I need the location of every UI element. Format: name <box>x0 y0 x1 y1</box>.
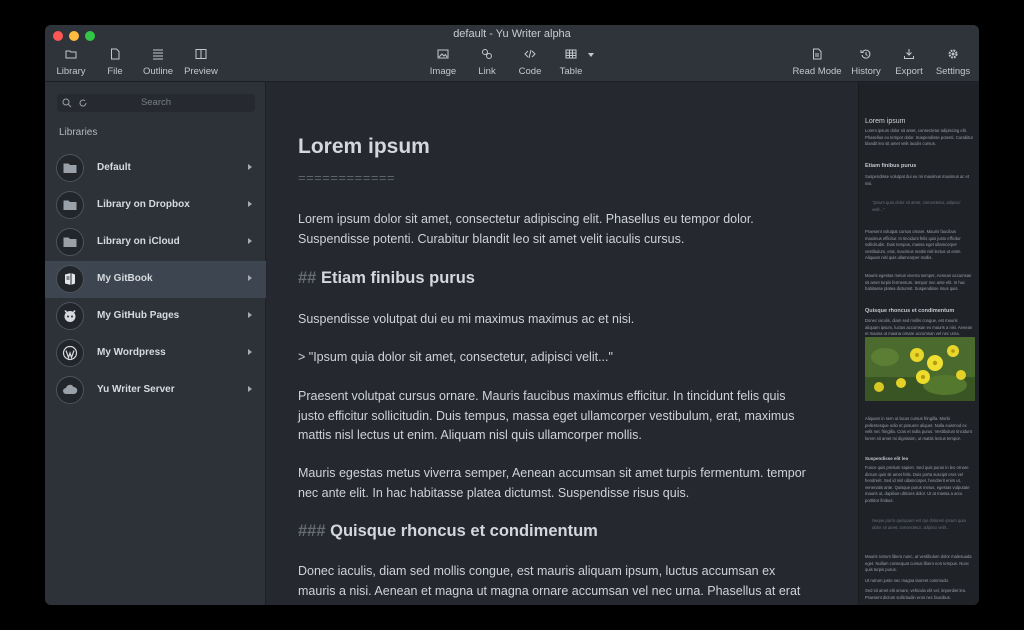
download-icon <box>904 49 914 59</box>
code-icon <box>524 49 536 59</box>
library-sidebar: Search Libraries Default Library on Drop… <box>45 82 266 605</box>
table-dropdown-chevron-down-icon[interactable] <box>588 53 594 57</box>
preview-pane[interactable]: Lorem ipsum Lorem ipsum dolor sit amet, … <box>858 82 979 605</box>
preview-blockquote: Neque porro quisquam est qui dolorem ips… <box>872 518 966 530</box>
folder-icon <box>63 200 77 210</box>
blockquote: > "Ipsum quia dolor sit amet, consectetu… <box>298 350 613 364</box>
heading-1: Lorem ipsum <box>298 135 430 158</box>
chevron-right-icon <box>248 386 252 392</box>
preview-icon <box>195 49 207 59</box>
preview-paragraph: Ut rutrum justo nec magna laoreet commod… <box>865 578 950 583</box>
heading-3: ### Quisque rhoncus et condimentum <box>298 522 598 540</box>
heading-marker: ### <box>298 522 326 540</box>
heading-2: ## Etiam finibus purus <box>298 269 475 287</box>
search-input[interactable]: Search <box>57 94 255 112</box>
paragraph: Mauris egestas metus viverra semper, Aen… <box>298 466 806 500</box>
preview-heading-4: Suspendisse elit leo <box>865 456 909 461</box>
preview-button[interactable]: Preview <box>173 47 229 79</box>
paragraph: Donec iaculis, diam sed mollis congue, e… <box>298 564 801 598</box>
preview-heading-1: Lorem ipsum <box>865 118 906 125</box>
app-window: default - Yu Writer alpha Library File O… <box>45 25 979 605</box>
library-item-yu-writer-server[interactable]: Yu Writer Server <box>45 372 266 409</box>
flower-photo-image <box>865 337 975 401</box>
preview-paragraph: Mauris rutrum libero nunc, at vestibulum… <box>865 554 972 572</box>
image-icon <box>437 49 449 59</box>
settings-button[interactable]: Settings <box>925 47 979 79</box>
preview-paragraph: Praesent volutpat cursus ornare. Mauris … <box>865 229 962 260</box>
github-icon <box>64 310 76 322</box>
chevron-right-icon <box>248 312 252 318</box>
preview-heading-2: Etiam finibus purus <box>865 163 917 169</box>
preview-paragraph: Suspendisse volutpat dui eu mi maximus m… <box>865 174 970 186</box>
gear-icon <box>948 49 958 59</box>
toolbar: default - Yu Writer alpha Library File O… <box>45 25 979 82</box>
folder-icon <box>65 50 77 59</box>
history-icon <box>860 49 871 59</box>
outline-icon <box>153 49 163 60</box>
read-mode-button[interactable]: Read Mode <box>789 47 845 79</box>
folder-icon <box>63 163 77 173</box>
heading-marker: ## <box>298 269 317 287</box>
markdown-editor[interactable]: Lorem ipsum ============ Lorem ipsum dol… <box>267 82 858 605</box>
file-icon <box>111 48 120 60</box>
preview-paragraph: Fusce quis pretium sapien. Sed quis puru… <box>865 465 970 503</box>
library-item-gitbook[interactable]: My GitBook <box>45 261 266 298</box>
chevron-right-icon <box>248 201 252 207</box>
paragraph: Praesent volutpat cursus ornare. Mauris … <box>298 389 795 442</box>
paragraph: Suspendisse volutpat dui eu mi maximus m… <box>298 312 635 326</box>
wordpress-icon <box>62 345 78 361</box>
chevron-right-icon <box>248 238 252 244</box>
preview-paragraph: Aliquam in sem ut lacus cursus fringilla… <box>865 416 972 441</box>
table-icon <box>565 49 577 59</box>
chevron-right-icon <box>248 164 252 170</box>
preview-blockquote: "Ipsum quia dolor sit amet, consectetur,… <box>872 200 961 212</box>
preview-paragraph: Sed sit amet elit ornare, vehicula elit … <box>865 588 967 600</box>
library-item-icloud[interactable]: Library on iCloud <box>45 224 266 261</box>
libraries-heading: Libraries <box>59 127 98 138</box>
library-item-default[interactable]: Default <box>45 150 266 187</box>
window-title: default - Yu Writer alpha <box>453 28 571 40</box>
preview-heading-3: Quisque rhoncus et condimentum <box>865 308 955 314</box>
preview-paragraph: Mauris egestas metus viverra semper, Aen… <box>865 273 972 291</box>
document-icon <box>813 48 822 60</box>
cloud-icon <box>63 384 78 394</box>
chevron-right-icon <box>248 275 252 281</box>
library-item-github-pages[interactable]: My GitHub Pages <box>45 298 266 335</box>
gitbook-icon <box>65 273 75 285</box>
library-item-dropbox[interactable]: Library on Dropbox <box>45 187 266 224</box>
heading-underline: ============ <box>298 170 396 185</box>
library-item-wordpress[interactable]: My Wordpress <box>45 335 266 372</box>
chevron-right-icon <box>248 349 252 355</box>
folder-icon <box>63 237 77 247</box>
paragraph: Lorem ipsum dolor sit amet, consectetur … <box>298 212 754 246</box>
link-icon <box>482 49 492 59</box>
table-button[interactable]: Table <box>543 47 599 79</box>
preview-paragraph: Lorem ipsum dolor sit amet, consectetur … <box>865 128 974 146</box>
preview-paragraph: Donec iaculis, diam sed mollis congue, e… <box>865 318 973 335</box>
